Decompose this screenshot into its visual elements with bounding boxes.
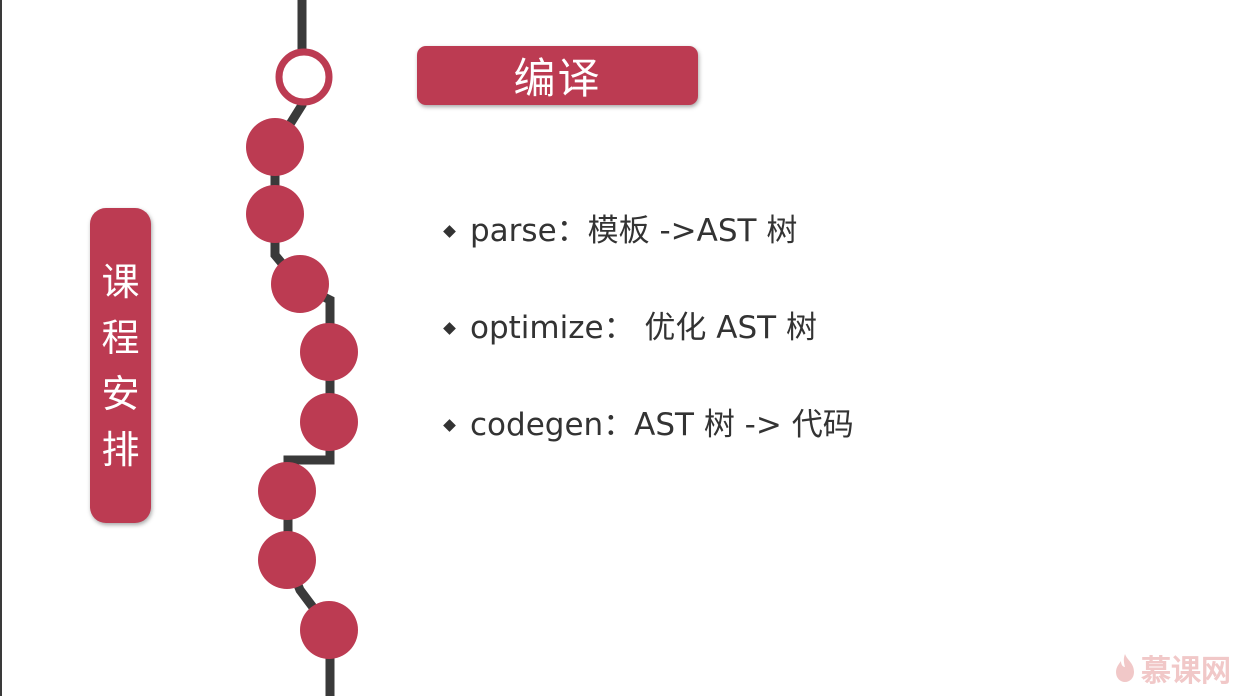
list-item: parse：模板 ->AST 树 <box>443 208 854 305</box>
page-title: 编译 <box>513 54 602 103</box>
slide: 课程安排 编译 parse：模板 ->AST 树 optimize： 优化 AS… <box>0 0 1245 696</box>
watermark-text: 慕课网 <box>1141 654 1231 689</box>
diamond-bullet-icon <box>443 225 456 238</box>
bullet-list: parse：模板 ->AST 树 optimize： 优化 AST 树 code… <box>443 208 854 499</box>
timeline-node <box>300 323 358 381</box>
timeline-node <box>300 601 358 659</box>
flame-logo-icon <box>1116 654 1134 682</box>
timeline-node <box>258 531 316 589</box>
timeline-node <box>258 462 316 520</box>
timeline-node <box>271 255 329 313</box>
title-banner: 编译 <box>417 46 698 105</box>
list-item: optimize： 优化 AST 树 <box>443 305 854 402</box>
timeline-node <box>246 118 304 176</box>
diamond-bullet-icon <box>443 322 456 335</box>
timeline-node <box>246 185 304 243</box>
bullet-text: codegen：AST 树 -> 代码 <box>470 407 854 443</box>
watermark: 慕课网 <box>1113 646 1231 690</box>
timeline-node <box>300 393 358 451</box>
section-tag: 课程安排 <box>90 208 151 523</box>
timeline-current-node <box>275 48 333 106</box>
bullet-text: parse：模板 ->AST 树 <box>470 213 798 249</box>
list-item: codegen：AST 树 -> 代码 <box>443 402 854 499</box>
bullet-text: optimize： 优化 AST 树 <box>470 310 817 346</box>
diamond-bullet-icon <box>443 419 456 432</box>
section-tag-label: 课程安排 <box>101 259 140 472</box>
